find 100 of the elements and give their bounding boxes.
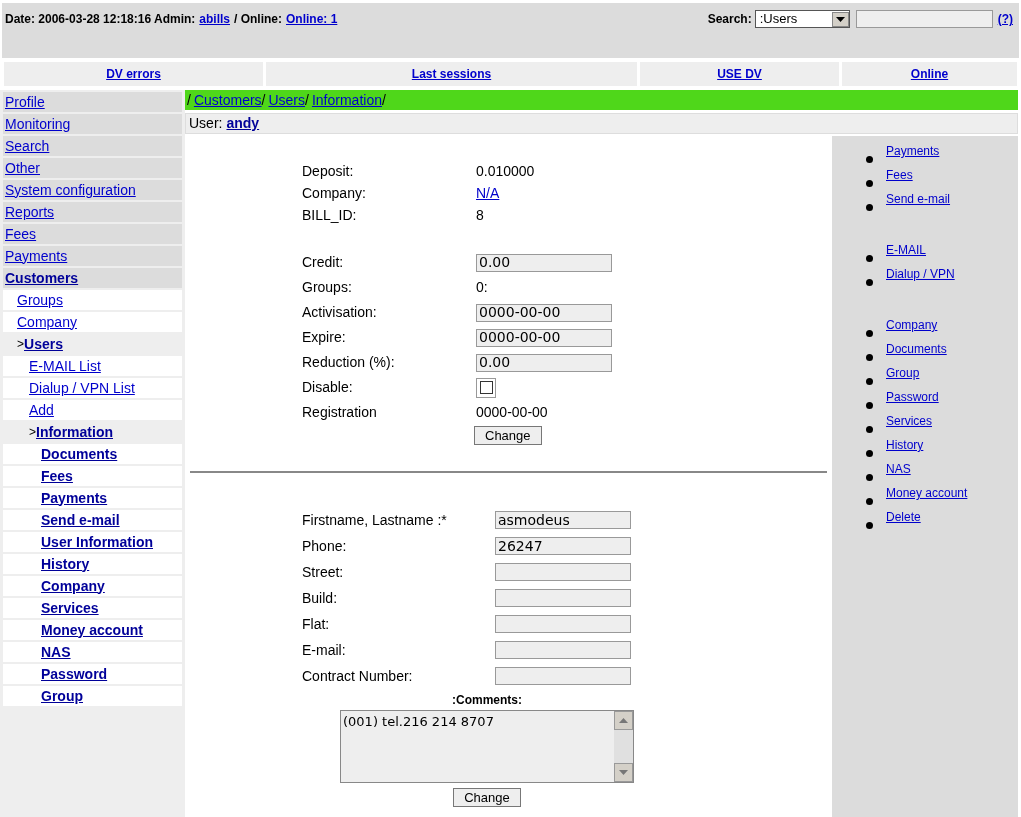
user-link[interactable]: andy: [226, 113, 260, 134]
sidebar-link[interactable]: System configuration: [5, 179, 136, 201]
comments-label: :Comments:: [452, 692, 522, 709]
input-field[interactable]: 0000-00-00: [476, 303, 612, 322]
sidebar-link[interactable]: Documents: [41, 443, 118, 465]
panel-link[interactable]: Money account: [886, 484, 968, 502]
panel-link[interactable]: Payments: [886, 142, 940, 160]
sidebar-link[interactable]: History: [41, 553, 90, 575]
field-label: Flat:: [302, 614, 331, 634]
sidebar-link[interactable]: Services: [41, 597, 99, 619]
bullet-icon: [866, 426, 873, 433]
field-label: Activisation:: [302, 303, 378, 322]
field-value: 0.010000: [476, 161, 535, 181]
sidebar-link[interactable]: Payments: [5, 245, 68, 267]
bullet-icon: [866, 522, 873, 529]
input-field[interactable]: [495, 641, 631, 659]
bullet-icon: [866, 354, 873, 361]
input-field[interactable]: 26247: [495, 537, 631, 555]
bullet-icon: [866, 378, 873, 385]
field-label: Build:: [302, 588, 339, 608]
input-field[interactable]: asmodeus: [495, 511, 631, 529]
sidebar-link[interactable]: Reports: [5, 201, 55, 223]
input-field[interactable]: 0000-00-00: [476, 328, 612, 347]
panel-link[interactable]: Group: [886, 364, 920, 382]
sidebar-link[interactable]: NAS: [41, 641, 71, 663]
field-label: Deposit:: [302, 161, 355, 181]
panel-link[interactable]: E-MAIL: [886, 241, 926, 259]
field-label: Disable:: [302, 378, 354, 397]
field-label: Company:: [302, 183, 367, 203]
sidebar-link[interactable]: Profile: [5, 91, 45, 113]
online-label: / Online:: [234, 11, 282, 28]
nav-link[interactable]: DV errors: [106, 65, 161, 83]
panel-link[interactable]: Documents: [886, 340, 947, 358]
sidebar-link[interactable]: E-MAIL List: [29, 355, 101, 377]
value-link[interactable]: N/A: [476, 182, 500, 204]
admin-link[interactable]: abills: [199, 10, 230, 28]
current-marker: >: [17, 336, 24, 353]
bullet-icon: [866, 255, 873, 262]
panel-link[interactable]: Services: [886, 412, 932, 430]
breadcrumb-link[interactable]: Information: [311, 89, 382, 111]
sidebar-link[interactable]: Users: [24, 333, 63, 355]
nav-link[interactable]: Last sessions: [411, 65, 492, 83]
bullet-icon: [866, 402, 873, 409]
sidebar-link[interactable]: Groups: [17, 289, 63, 311]
sidebar-link[interactable]: Customers: [5, 267, 79, 289]
panel-link[interactable]: Send e-mail: [886, 190, 951, 208]
sidebar-link[interactable]: Other: [5, 157, 40, 179]
input-field[interactable]: [495, 615, 631, 633]
date-admin-label: Date: 2006-03-28 12:18:16 Admin:: [5, 11, 196, 28]
bullet-icon: [866, 450, 873, 457]
panel-link[interactable]: Fees: [886, 166, 913, 184]
change-button[interactable]: Change: [474, 426, 542, 445]
breadcrumb-separator: /: [261, 90, 266, 110]
field-label: Groups:: [302, 278, 353, 297]
checkbox[interactable]: [476, 377, 496, 398]
search-type-dropdown[interactable]: :Users: [754, 10, 850, 28]
help-link[interactable]: (?): [997, 10, 1013, 28]
sidebar-link[interactable]: Fees: [41, 465, 73, 487]
panel-link[interactable]: Company: [886, 316, 938, 334]
sidebar-link[interactable]: Payments: [41, 487, 108, 509]
bullet-icon: [866, 204, 873, 211]
sidebar-link[interactable]: Monitoring: [5, 113, 71, 135]
sidebar-link[interactable]: Information: [36, 421, 113, 443]
sidebar-link[interactable]: Add: [29, 399, 54, 421]
bullet-icon: [866, 474, 873, 481]
sidebar-link[interactable]: Company: [41, 575, 105, 597]
sidebar-link[interactable]: User Information: [41, 531, 153, 553]
nav-link[interactable]: Online: [910, 65, 949, 83]
panel-link[interactable]: History: [886, 436, 924, 454]
sidebar-link[interactable]: Group: [41, 685, 83, 707]
sidebar-link[interactable]: Send e-mail: [41, 509, 120, 531]
bullet-icon: [866, 156, 873, 163]
change-button[interactable]: Change: [453, 788, 521, 807]
input-field[interactable]: [495, 563, 631, 581]
sidebar-link[interactable]: Dialup / VPN List: [29, 377, 135, 399]
field-label: Street:: [302, 562, 345, 582]
nav-link[interactable]: USE DV: [717, 65, 762, 83]
field-label: Contract Number:: [302, 666, 414, 686]
panel-link[interactable]: Password: [886, 388, 939, 406]
sidebar-link[interactable]: Search: [5, 135, 50, 157]
field-label: Credit:: [302, 253, 345, 272]
field-label: Reduction (%):: [302, 353, 396, 372]
breadcrumb-link[interactable]: Users: [268, 89, 306, 111]
sidebar-link[interactable]: Password: [41, 663, 108, 685]
field-value: 0:: [476, 278, 488, 297]
input-field[interactable]: 0.00: [476, 353, 612, 372]
bullet-icon: [866, 498, 873, 505]
online-link[interactable]: Online: 1: [286, 10, 338, 28]
search-field[interactable]: [855, 10, 993, 28]
panel-link[interactable]: Delete: [886, 508, 921, 526]
sidebar-link[interactable]: Company: [17, 311, 77, 333]
input-field[interactable]: [495, 589, 631, 607]
input-field[interactable]: 0.00: [476, 253, 612, 272]
input-field[interactable]: [495, 667, 631, 685]
search-label: Search:: [707, 11, 752, 28]
panel-link[interactable]: NAS: [886, 460, 911, 478]
sidebar-link[interactable]: Money account: [41, 619, 143, 641]
sidebar-link[interactable]: Fees: [5, 223, 37, 245]
breadcrumb-link[interactable]: Customers: [193, 89, 262, 111]
panel-link[interactable]: Dialup / VPN: [886, 265, 955, 283]
